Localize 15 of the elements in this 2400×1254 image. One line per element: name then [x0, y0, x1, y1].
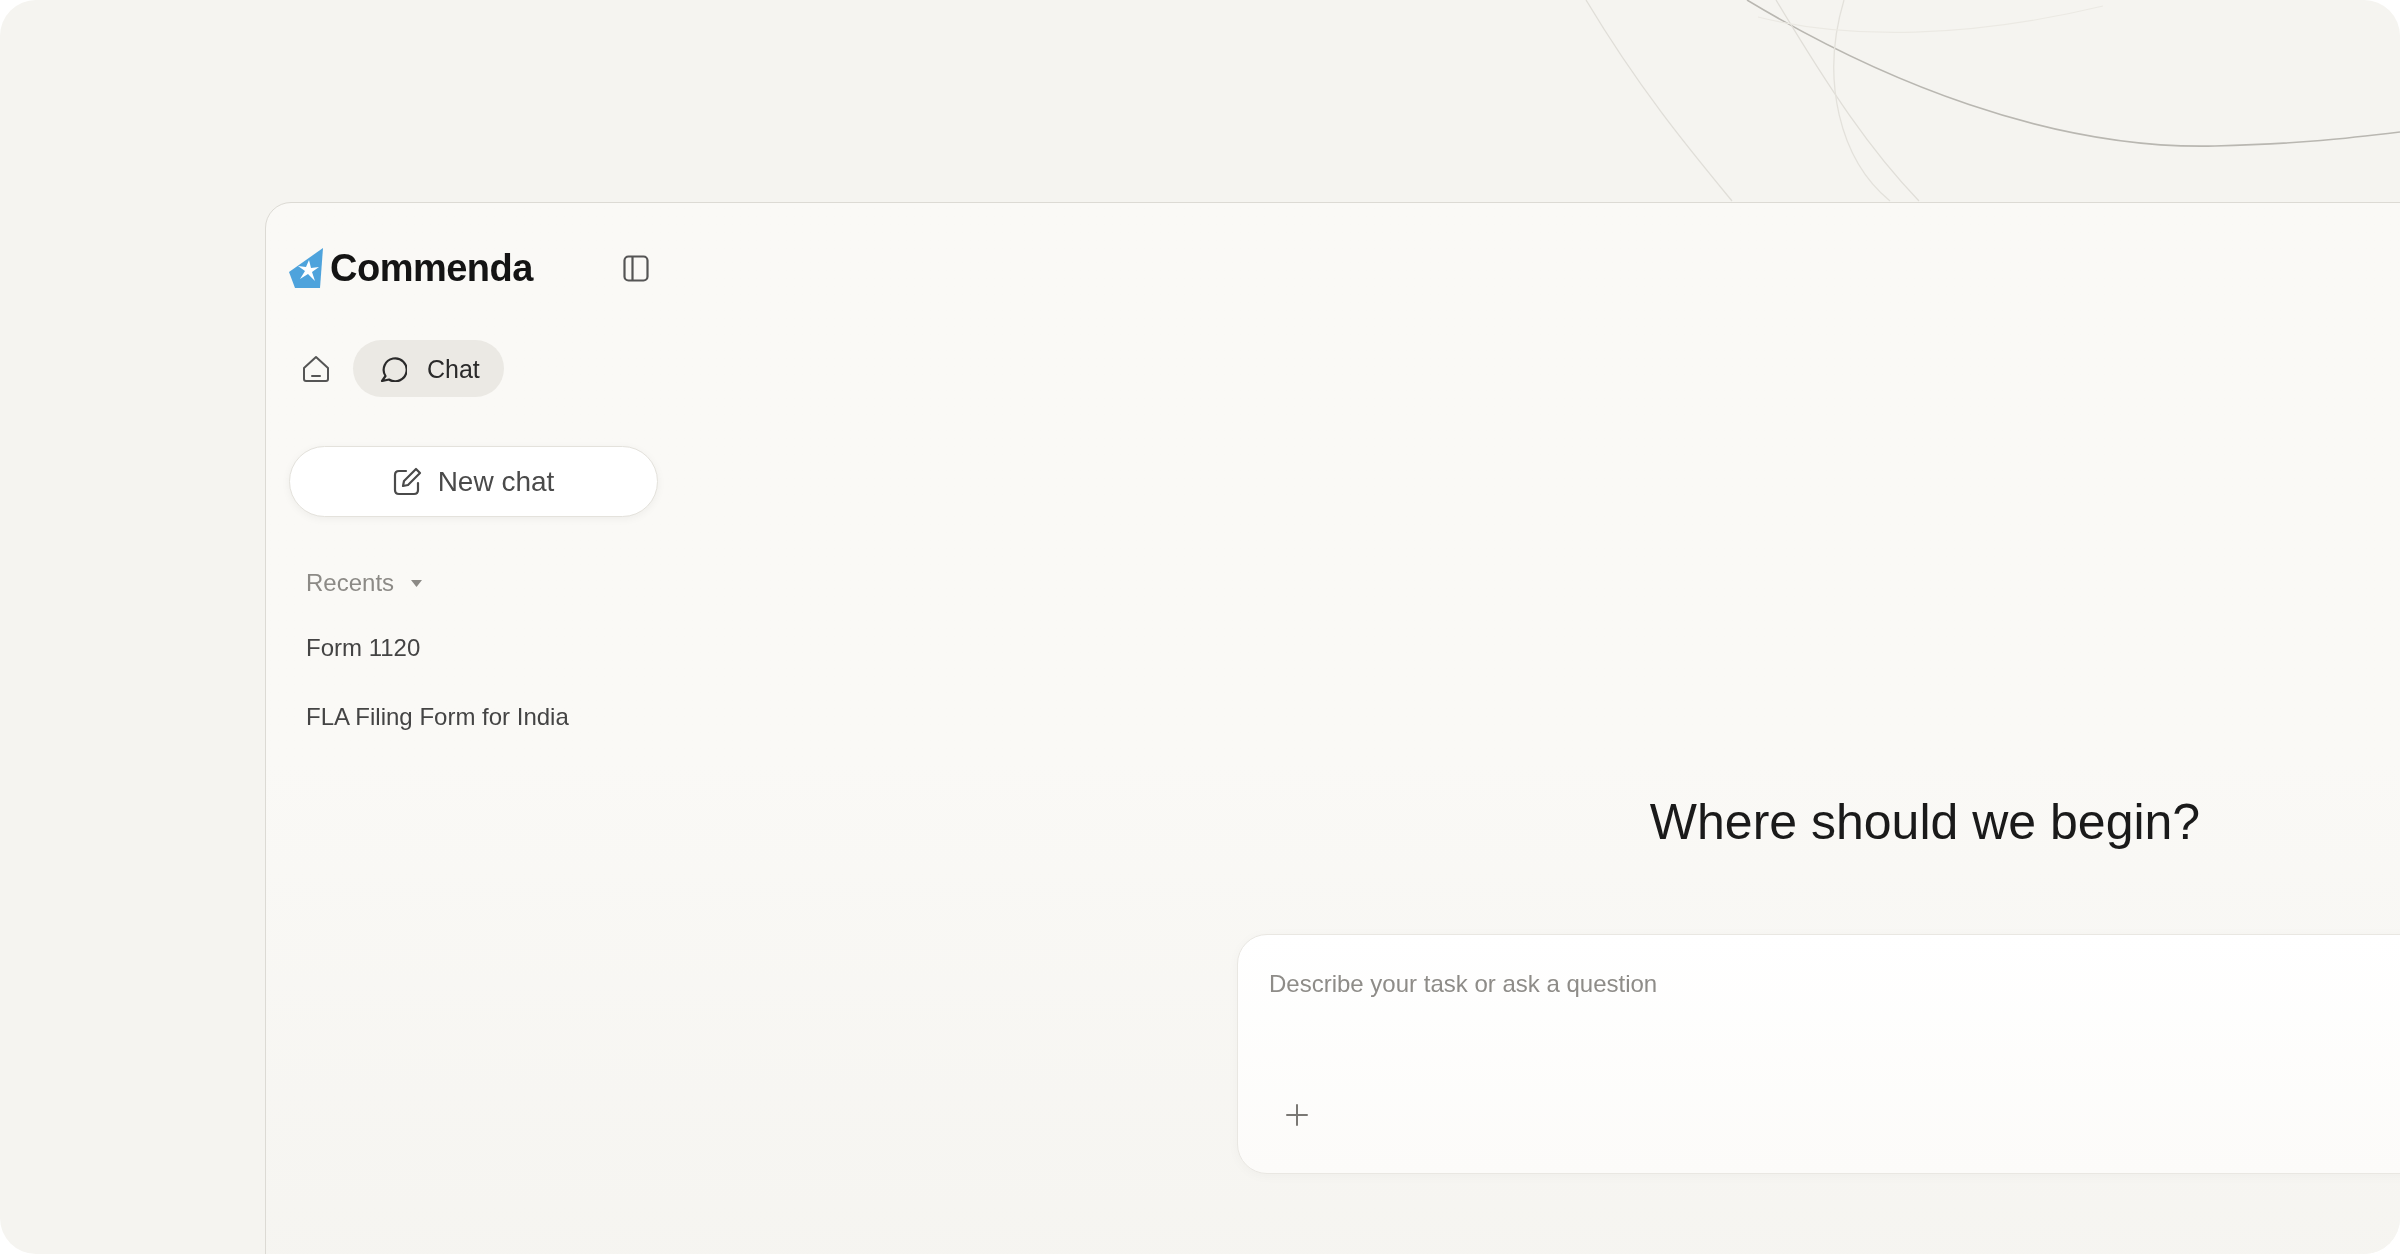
message-input[interactable]: Describe your task or ask a question — [1269, 968, 2400, 1058]
sidebar-toggle-button[interactable] — [623, 254, 649, 282]
heading: Where should we begin? — [1649, 793, 2201, 852]
recent-chat-item[interactable]: FLA Filing Form for India — [289, 695, 586, 739]
chat-bubble-icon — [380, 355, 407, 382]
recent-chat-item[interactable]: Form 1120 — [289, 626, 438, 670]
brand-name: Commenda — [330, 247, 533, 289]
home-icon — [302, 354, 330, 383]
sidebar-icon — [623, 254, 649, 282]
chat-tab[interactable]: Chat — [353, 340, 504, 397]
message-composer[interactable]: Describe your task or ask a question — [1237, 934, 2400, 1174]
edit-icon — [392, 467, 422, 496]
plus-icon — [1286, 1104, 1308, 1126]
logo-icon — [289, 248, 323, 288]
new-chat-button[interactable]: New chat — [289, 446, 658, 517]
